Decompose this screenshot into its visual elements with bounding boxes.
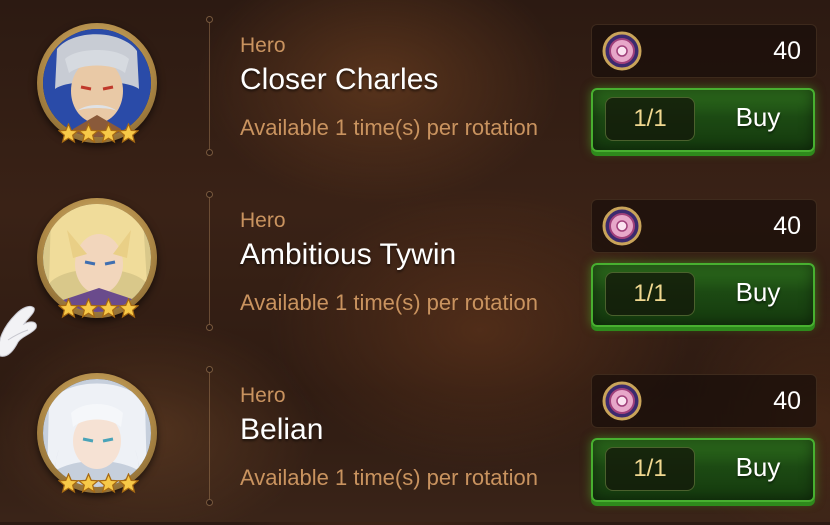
star-icon [117, 123, 139, 144]
quantity-remaining: 1/1 [605, 272, 695, 316]
row-divider [206, 366, 213, 506]
hero-portrait[interactable] [37, 23, 157, 144]
offer-row: Hero Closer Charles Available 1 time(s) … [0, 0, 830, 175]
star-icon [117, 473, 139, 494]
buy-button-label: Buy [735, 102, 781, 132]
hero-portrait[interactable] [37, 198, 157, 319]
buy-button-label: Buy [735, 452, 781, 482]
price-display: 40 [591, 199, 817, 253]
hero-portrait-image [43, 29, 151, 137]
star-icon [77, 473, 99, 494]
gem-coin-icon [602, 31, 642, 71]
star-icon [77, 298, 99, 319]
star-icon [77, 123, 99, 144]
star-icon [97, 123, 119, 144]
availability-text: Available 1 time(s) per rotation [240, 290, 538, 315]
gem-coin-icon [602, 206, 642, 246]
offer-type-label: Hero [240, 209, 286, 232]
buy-button[interactable]: 1/1 Buy [591, 263, 815, 327]
rarity-stars [57, 123, 139, 144]
price-value: 40 [773, 37, 801, 65]
hero-name: Closer Charles [240, 63, 439, 96]
quantity-remaining: 1/1 [605, 97, 695, 141]
hero-name: Belian [240, 413, 324, 446]
hero-portrait-image [43, 379, 151, 487]
offer-row: Hero Ambitious Tywin Available 1 time(s)… [0, 175, 830, 350]
star-icon [97, 473, 119, 494]
gem-coin-icon [602, 381, 642, 421]
rarity-stars [57, 473, 139, 494]
availability-text: Available 1 time(s) per rotation [240, 115, 538, 140]
price-display: 40 [591, 24, 817, 78]
star-icon [57, 473, 79, 494]
rarity-stars [57, 298, 139, 319]
buy-button-label: Buy [735, 277, 781, 307]
hero-portrait[interactable] [37, 373, 157, 494]
row-divider [206, 191, 213, 331]
offer-row: Hero Belian Available 1 time(s) per rota… [0, 350, 830, 525]
price-value: 40 [773, 387, 801, 415]
price-display: 40 [591, 374, 817, 428]
price-value: 40 [773, 212, 801, 240]
star-icon [117, 298, 139, 319]
quantity-remaining: 1/1 [605, 447, 695, 491]
availability-text: Available 1 time(s) per rotation [240, 465, 538, 490]
row-divider [206, 16, 213, 156]
star-icon [57, 123, 79, 144]
hero-portrait-image [43, 204, 151, 312]
star-icon [57, 298, 79, 319]
hero-name: Ambitious Tywin [240, 238, 457, 271]
buy-button[interactable]: 1/1 Buy [591, 88, 815, 152]
star-icon [97, 298, 119, 319]
offer-type-label: Hero [240, 34, 286, 57]
offer-type-label: Hero [240, 384, 286, 407]
buy-button[interactable]: 1/1 Buy [591, 438, 815, 502]
